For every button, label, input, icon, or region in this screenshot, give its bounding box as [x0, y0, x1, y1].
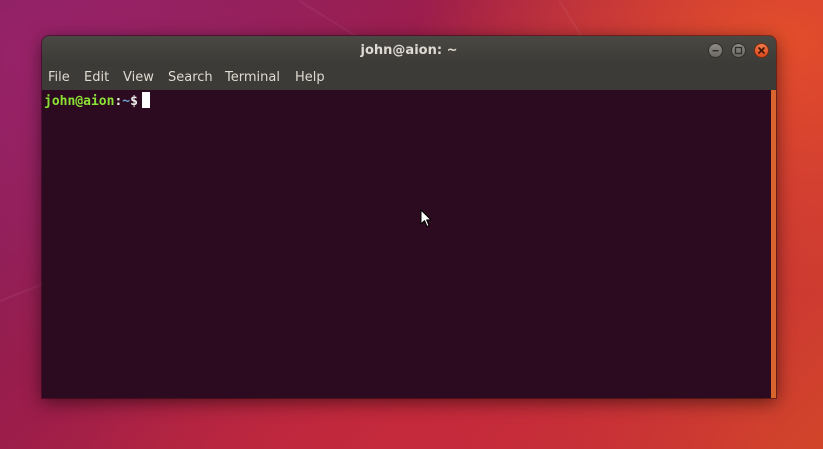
prompt-user: john@aion [44, 94, 115, 109]
minimize-button[interactable] [707, 43, 723, 58]
scrollbar-thumb[interactable] [771, 90, 776, 398]
terminal-window[interactable]: john@aion: ~ File Edit View Search Termi… [42, 36, 776, 398]
close-button[interactable] [754, 43, 769, 58]
menu-search[interactable]: Search [168, 66, 213, 90]
maximize-button[interactable] [730, 43, 746, 58]
text-cursor [141, 92, 150, 108]
prompt-line: john@aion:~$ [44, 92, 150, 110]
menu-bar: File Edit View Search Terminal Help [42, 66, 776, 90]
menu-view[interactable]: View [123, 66, 154, 90]
minimize-icon [712, 50, 719, 52]
window-title: john@aion: ~ [360, 43, 458, 58]
maximize-icon [734, 46, 743, 55]
close-icon [758, 47, 765, 54]
menu-edit[interactable]: Edit [84, 66, 109, 90]
menu-file[interactable]: File [48, 66, 70, 90]
prompt-path: ~ [122, 94, 131, 109]
mouse-pointer-icon [420, 209, 432, 227]
prompt-symbol: $ [130, 94, 138, 109]
menu-terminal[interactable]: Terminal [225, 66, 280, 90]
title-bar[interactable]: john@aion: ~ [42, 36, 776, 66]
scrollbar[interactable] [771, 90, 776, 398]
terminal-area[interactable]: john@aion:~$ [42, 90, 771, 398]
menu-help[interactable]: Help [295, 66, 325, 90]
window-controls [705, 43, 769, 59]
